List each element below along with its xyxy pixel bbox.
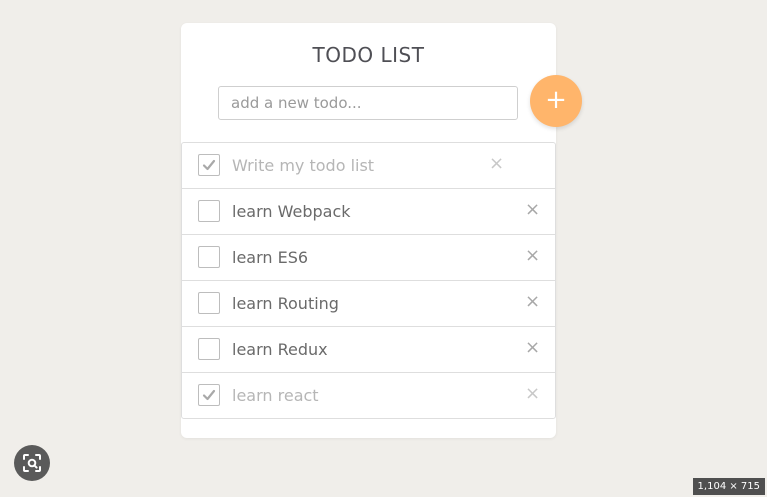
todo-checkbox[interactable] — [198, 154, 220, 176]
todo-checkbox[interactable] — [198, 338, 220, 360]
close-icon[interactable]: × — [525, 247, 540, 265]
todo-label: learn Redux — [232, 340, 328, 359]
image-size-badge: 1,104 × 715 — [692, 478, 765, 495]
todo-item: Write my todo list × — [181, 142, 556, 188]
close-icon[interactable]: × — [489, 155, 504, 173]
todo-item: learn ES6 × — [181, 234, 556, 280]
visual-search-icon — [23, 454, 41, 472]
add-todo-button[interactable]: + — [530, 75, 582, 127]
visual-search-button[interactable] — [14, 445, 50, 481]
checkmark-icon — [202, 389, 216, 401]
todo-item: learn Webpack × — [181, 188, 556, 234]
close-icon[interactable]: × — [525, 201, 540, 219]
todo-item: learn react × — [181, 372, 556, 419]
todo-card: TODO LIST + Write my todo list × learn W… — [181, 23, 582, 438]
todo-item: learn Redux × — [181, 326, 556, 372]
todo-label: Write my todo list — [232, 156, 375, 175]
close-icon[interactable]: × — [525, 385, 540, 403]
todo-list: Write my todo list × learn Webpack × lea… — [181, 142, 556, 419]
todo-item: learn Routing × — [181, 280, 556, 326]
close-icon[interactable]: × — [525, 339, 540, 357]
todo-checkbox[interactable] — [198, 200, 220, 222]
todo-label: learn Routing — [232, 294, 339, 313]
todo-checkbox[interactable] — [198, 292, 220, 314]
todo-checkbox[interactable] — [198, 246, 220, 268]
todo-label: learn ES6 — [232, 248, 309, 267]
page-title: TODO LIST — [312, 43, 425, 67]
checkmark-icon — [202, 159, 216, 171]
close-icon[interactable]: × — [525, 293, 540, 311]
todo-label: learn Webpack — [232, 202, 351, 221]
todo-label: learn react — [232, 386, 319, 405]
todo-checkbox[interactable] — [198, 384, 220, 406]
new-todo-input[interactable] — [218, 86, 518, 120]
